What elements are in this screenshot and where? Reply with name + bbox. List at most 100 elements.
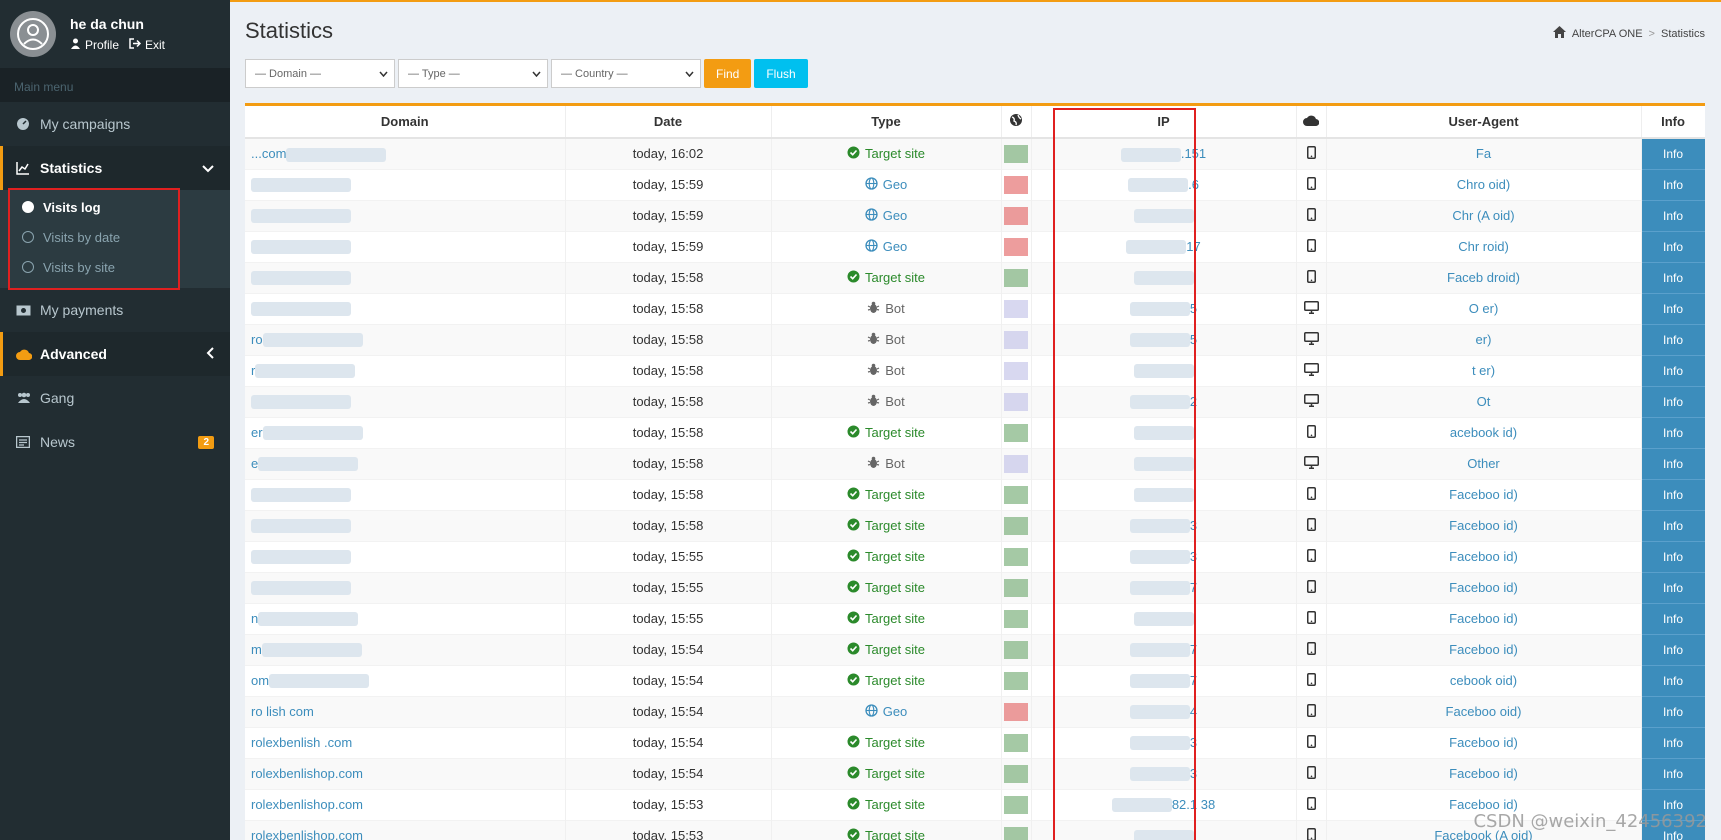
info-button[interactable]: Info (1641, 664, 1705, 696)
user-agent-cell[interactable]: t er) (1326, 354, 1642, 386)
user-agent-text[interactable]: Fa (1476, 146, 1491, 161)
info-button[interactable]: Info (1641, 385, 1705, 417)
user-agent-cell[interactable]: Chr (A oid) (1326, 199, 1642, 231)
user-agent-text[interactable]: Faceboo id) (1449, 518, 1518, 533)
ip-cell[interactable]: 5 (1031, 323, 1297, 355)
user-agent-cell[interactable]: Fa (1326, 137, 1642, 169)
col-user-agent[interactable]: User-Agent (1326, 106, 1642, 139)
sidebar-item-visits-log[interactable]: Visits log (0, 192, 230, 222)
ip-text[interactable]: 17 (1186, 239, 1200, 254)
domain-cell[interactable]: n (245, 602, 566, 634)
info-button[interactable]: Info (1641, 168, 1705, 200)
ip-text[interactable]: 4 (1190, 704, 1197, 719)
info-button[interactable]: Info (1641, 292, 1705, 324)
domain-cell[interactable]: rolexbenlishop.com (245, 819, 566, 840)
user-agent-text[interactable]: Faceboo oid) (1446, 704, 1522, 719)
ip-text[interactable]: 7 (1190, 580, 1197, 595)
ip-cell[interactable]: 7 (1031, 633, 1297, 665)
sidebar-item-campaigns[interactable]: My campaigns (0, 102, 230, 146)
col-country[interactable] (1001, 106, 1032, 139)
info-button[interactable]: Info (1641, 509, 1705, 541)
domain-cell[interactable] (245, 292, 566, 324)
domain-text[interactable]: m (251, 642, 262, 657)
ip-cell[interactable]: 3 (1031, 509, 1297, 541)
domain-cell[interactable]: om (245, 664, 566, 696)
ip-cell[interactable] (1031, 261, 1297, 293)
type-select[interactable]: — Type — (398, 59, 548, 88)
info-button[interactable]: Info (1641, 447, 1705, 479)
domain-text[interactable]: ...com (251, 146, 286, 161)
domain-text[interactable]: om (251, 673, 269, 688)
user-agent-text[interactable]: Faceboo id) (1449, 487, 1518, 502)
user-agent-text[interactable]: acebook id) (1450, 425, 1517, 440)
ip-text[interactable]: 82.1 38 (1172, 797, 1215, 812)
info-button[interactable]: Info (1641, 323, 1705, 355)
domain-text[interactable]: n (251, 611, 258, 626)
domain-cell[interactable]: rolexbenlishop.com (245, 757, 566, 789)
user-agent-cell[interactable]: Chr roid) (1326, 230, 1642, 262)
info-button[interactable]: Info (1641, 137, 1705, 169)
domain-text[interactable]: er (251, 425, 263, 440)
profile-link[interactable]: Profile (70, 38, 119, 52)
info-button[interactable]: Info (1641, 230, 1705, 262)
ip-text[interactable]: 2 (1190, 394, 1197, 409)
user-agent-text[interactable]: Ot (1477, 394, 1491, 409)
user-agent-text[interactable]: cebook oid) (1450, 673, 1517, 688)
ip-cell[interactable]: 2 (1031, 385, 1297, 417)
domain-cell[interactable]: ...com (245, 137, 566, 169)
ip-text[interactable]: 3 (1190, 735, 1197, 750)
domain-text[interactable]: e (251, 456, 258, 471)
domain-text[interactable]: rolexbenlishop.com (251, 797, 363, 812)
info-button[interactable]: Info (1641, 571, 1705, 603)
col-type[interactable]: Type (771, 106, 1002, 139)
ip-cell[interactable] (1031, 199, 1297, 231)
domain-cell[interactable]: rolexbenlish .com (245, 726, 566, 758)
info-button[interactable]: Info (1641, 416, 1705, 448)
user-agent-text[interactable]: Faceb droid) (1447, 270, 1520, 285)
user-agent-cell[interactable]: Ot (1326, 385, 1642, 417)
ip-text[interactable]: 3 (1190, 766, 1197, 781)
info-button[interactable]: Info (1641, 633, 1705, 665)
ip-cell[interactable]: 3 (1031, 726, 1297, 758)
ip-cell[interactable] (1031, 416, 1297, 448)
domain-cell[interactable] (245, 540, 566, 572)
user-agent-cell[interactable]: Other (1326, 447, 1642, 479)
ip-cell[interactable]: .151 (1031, 137, 1297, 169)
domain-text[interactable]: rolexbenlishop.com (251, 828, 363, 840)
sidebar-item-visits-by-site[interactable]: Visits by site (0, 252, 230, 282)
domain-text[interactable]: ro lish com (251, 704, 314, 719)
ip-text[interactable]: 3 (1190, 518, 1197, 533)
ip-text[interactable]: .151 (1181, 146, 1206, 161)
domain-cell[interactable]: rolexbenlishop.com (245, 788, 566, 820)
domain-cell[interactable]: ro (245, 323, 566, 355)
ip-cell[interactable] (1031, 602, 1297, 634)
user-agent-text[interactable]: Chr (A oid) (1452, 208, 1514, 223)
domain-cell[interactable]: m (245, 633, 566, 665)
domain-cell[interactable] (245, 509, 566, 541)
info-button[interactable]: Info (1641, 757, 1705, 789)
col-ip[interactable]: IP (1031, 106, 1297, 139)
domain-text[interactable]: rolexbenlish .com (251, 735, 352, 750)
ip-cell[interactable]: 5 (1031, 292, 1297, 324)
user-agent-cell[interactable]: Faceboo id) (1326, 509, 1642, 541)
domain-cell[interactable] (245, 478, 566, 510)
ip-cell[interactable]: 82.1 38 (1031, 788, 1297, 820)
user-agent-text[interactable]: Faceboo id) (1449, 580, 1518, 595)
sidebar-item-gang[interactable]: Gang (0, 376, 230, 420)
info-button[interactable]: Info (1641, 602, 1705, 634)
ip-cell[interactable]: .6 (1031, 168, 1297, 200)
sidebar-item-advanced[interactable]: Advanced (0, 332, 230, 376)
info-button[interactable]: Info (1641, 726, 1705, 758)
sidebar-item-news[interactable]: News 2 (0, 420, 230, 464)
user-agent-cell[interactable]: Faceboo id) (1326, 540, 1642, 572)
ip-cell[interactable] (1031, 354, 1297, 386)
domain-cell[interactable] (245, 199, 566, 231)
breadcrumb-home[interactable]: AlterCPA ONE (1572, 28, 1643, 40)
user-agent-cell[interactable]: Faceboo id) (1326, 602, 1642, 634)
ip-cell[interactable]: 3 (1031, 540, 1297, 572)
user-agent-text[interactable]: Faceboo id) (1449, 611, 1518, 626)
domain-select[interactable]: — Domain — (245, 59, 395, 88)
ip-cell[interactable]: 17 (1031, 230, 1297, 262)
domain-cell[interactable] (245, 385, 566, 417)
ip-cell[interactable]: 7 (1031, 571, 1297, 603)
